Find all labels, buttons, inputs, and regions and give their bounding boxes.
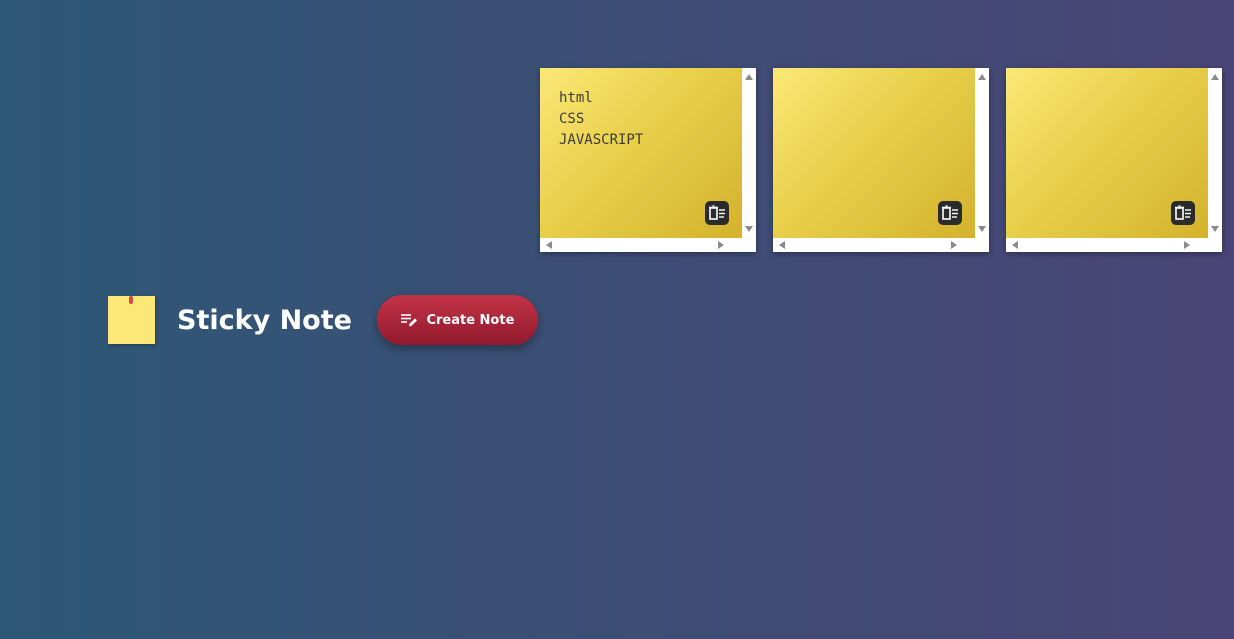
note-textarea[interactable]: html CSS JAVASCRIPT — [540, 68, 742, 238]
scroll-down-icon[interactable] — [978, 226, 986, 232]
scroll-left-icon[interactable] — [779, 241, 785, 249]
delete-note-icon — [942, 205, 958, 220]
horizontal-scrollbar[interactable] — [1006, 238, 1208, 252]
create-note-button[interactable]: Create Note — [376, 295, 538, 345]
sticky-note[interactable] — [1006, 68, 1222, 252]
scroll-up-icon[interactable] — [745, 74, 753, 80]
delete-note-button[interactable] — [938, 201, 962, 225]
scroll-left-icon[interactable] — [1012, 241, 1018, 249]
note-content[interactable]: html CSS JAVASCRIPT — [559, 88, 643, 151]
edit-list-icon — [401, 314, 418, 327]
note-textarea[interactable] — [1006, 68, 1208, 238]
scroll-up-icon[interactable] — [1211, 74, 1219, 80]
vertical-scrollbar[interactable] — [742, 68, 756, 238]
pin-icon — [129, 296, 133, 304]
scroll-left-icon[interactable] — [546, 241, 552, 249]
scroll-down-icon[interactable] — [745, 226, 753, 232]
notes-container: html CSS JAVASCRIPT — [540, 68, 1222, 252]
vertical-scrollbar[interactable] — [1208, 68, 1222, 238]
scroll-right-icon[interactable] — [718, 241, 724, 249]
scroll-down-icon[interactable] — [1211, 226, 1219, 232]
note-textarea[interactable] — [773, 68, 975, 238]
scroll-right-icon[interactable] — [1184, 241, 1190, 249]
app-header: Sticky Note Create Note — [108, 295, 538, 345]
app-title: Sticky Note — [177, 304, 352, 336]
sticky-note[interactable]: html CSS JAVASCRIPT — [540, 68, 756, 252]
sticky-note[interactable] — [773, 68, 989, 252]
scroll-up-icon[interactable] — [978, 74, 986, 80]
delete-note-button[interactable] — [705, 201, 729, 225]
vertical-scrollbar[interactable] — [975, 68, 989, 238]
delete-note-icon — [1175, 205, 1191, 220]
horizontal-scrollbar[interactable] — [773, 238, 975, 252]
delete-note-button[interactable] — [1171, 201, 1195, 225]
sticky-note-icon — [108, 296, 155, 344]
horizontal-scrollbar[interactable] — [540, 238, 742, 252]
scroll-right-icon[interactable] — [951, 241, 957, 249]
delete-note-icon — [709, 205, 725, 220]
create-note-label: Create Note — [426, 312, 515, 328]
